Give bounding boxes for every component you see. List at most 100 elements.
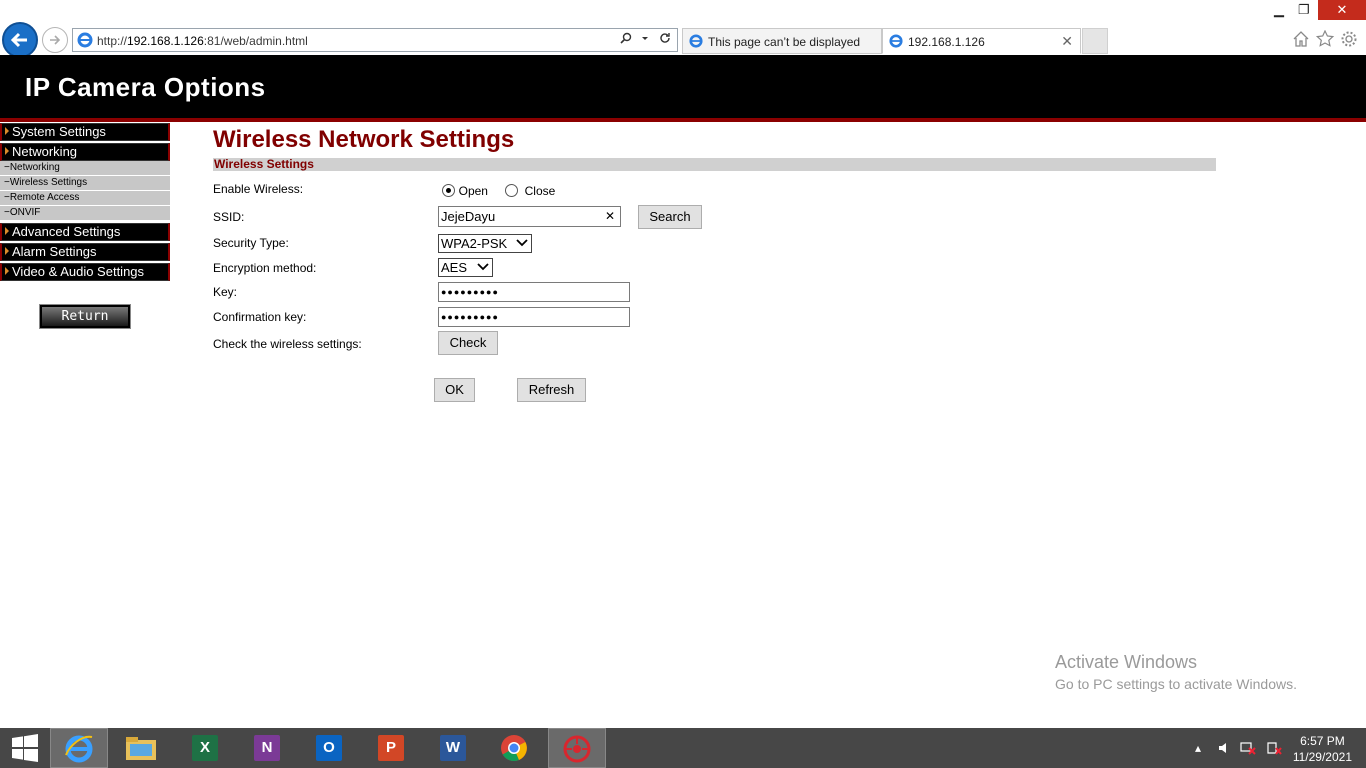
sidebar-item-label: System Settings	[12, 124, 106, 139]
key-input[interactable]: ●●●●●●●●●	[438, 282, 630, 302]
maximize-icon[interactable]: ❐	[1298, 2, 1310, 18]
chevron-down-icon	[477, 263, 489, 271]
sidebar-item-video-audio-settings[interactable]: Video & Audio Settings	[0, 263, 170, 281]
security-type-label: Security Type:	[213, 236, 289, 250]
start-button[interactable]	[0, 728, 50, 768]
tab-title: This page can’t be displayed	[708, 35, 861, 49]
radio-close-label: Close	[524, 184, 556, 198]
encryption-label: Encryption method:	[213, 261, 317, 275]
taskbar-camera-app[interactable]	[548, 728, 606, 768]
chevron-down-icon	[516, 239, 528, 247]
browser-right-icons	[1292, 29, 1364, 48]
forward-button[interactable]	[42, 27, 68, 53]
gear-icon[interactable]	[1341, 31, 1357, 47]
taskbar-ie[interactable]	[50, 728, 108, 768]
sidebar-item-system-settings[interactable]: System Settings	[0, 123, 170, 141]
taskbar-outlook[interactable]: O	[299, 728, 357, 768]
dropdown-icon[interactable]	[641, 32, 649, 44]
submenu-wireless-settings[interactable]: −Wireless Settings	[0, 176, 170, 191]
security-type-select[interactable]: WPA2-PSK	[438, 234, 532, 253]
confirmation-key-input[interactable]: ●●●●●●●●●	[438, 307, 630, 327]
internet-explorer-icon	[65, 735, 93, 763]
ssid-label: SSID:	[213, 210, 245, 224]
sidebar-item-label: Alarm Settings	[12, 244, 97, 259]
word-icon: W	[440, 735, 466, 761]
radio-open[interactable]: Open	[442, 183, 488, 198]
tab-camera[interactable]: 192.168.1.126 ✕	[882, 28, 1081, 54]
taskbar-chrome[interactable]	[485, 728, 543, 768]
triangle-icon	[5, 247, 9, 255]
back-arrow-icon	[10, 32, 27, 48]
page-title: IP Camera Options	[25, 72, 266, 102]
watermark-title: Activate Windows	[1055, 652, 1198, 672]
sidebar: System Settings Networking −Networking −…	[0, 123, 170, 329]
header-divider	[0, 118, 1366, 122]
submenu-networking[interactable]: −Networking	[0, 161, 170, 176]
tab-error-page[interactable]: This page can’t be displayed	[682, 28, 882, 54]
network-error-icon[interactable]	[1240, 741, 1256, 755]
submenu-onvif[interactable]: −ONVIF	[0, 206, 170, 221]
check-settings-label: Check the wireless settings:	[213, 337, 362, 351]
confirmation-key-label: Confirmation key:	[213, 310, 307, 324]
taskbar-onenote[interactable]: N	[237, 728, 295, 768]
home-icon[interactable]	[1293, 31, 1309, 47]
sidebar-item-alarm-settings[interactable]: Alarm Settings	[0, 243, 170, 261]
address-tools[interactable]	[620, 32, 671, 47]
sidebar-item-networking[interactable]: Networking	[0, 143, 170, 161]
sidebar-item-advanced-settings[interactable]: Advanced Settings	[0, 223, 170, 241]
section-title: Wireless Network Settings	[213, 126, 515, 153]
clock-date: 11/29/2021	[1292, 750, 1352, 764]
star-icon[interactable]	[1315, 29, 1335, 47]
taskbar-word[interactable]: W	[423, 728, 481, 768]
submenu-remote-access[interactable]: −Remote Access	[0, 191, 170, 206]
ie-icon	[77, 32, 93, 48]
refresh-icon[interactable]	[659, 32, 671, 44]
forward-arrow-icon	[50, 35, 61, 45]
taskbar-file-explorer[interactable]	[112, 728, 170, 768]
activate-windows-watermark: Activate Windows Go to PC settings to ac…	[1055, 652, 1297, 692]
return-button[interactable]: Return	[39, 304, 131, 329]
triangle-icon	[5, 267, 9, 275]
back-button[interactable]	[2, 22, 38, 58]
key-label: Key:	[213, 285, 238, 299]
close-tab-icon[interactable]: ✕	[1061, 33, 1073, 50]
ie-icon	[689, 34, 703, 48]
system-clock[interactable]: 6:57 PM 11/29/2021	[1293, 733, 1352, 765]
minimize-icon[interactable]: ▁	[1274, 2, 1284, 18]
check-button[interactable]: Check	[438, 331, 498, 355]
radio-unchecked-icon	[505, 184, 518, 197]
enable-wireless-label: Enable Wireless:	[213, 182, 304, 196]
page-header: IP Camera Options	[0, 55, 1366, 118]
onenote-icon: N	[254, 735, 280, 761]
taskbar: X N O P W ▴ 6:57 PM 11/29/2021	[0, 728, 1366, 768]
triangle-icon	[5, 127, 9, 135]
browser-toolbar: http://192.168.1.126:81/web/admin.html T…	[0, 0, 1366, 58]
triangle-icon	[5, 227, 9, 235]
ok-button[interactable]: OK	[434, 378, 475, 402]
ssid-input[interactable]: JejeDayu ✕	[438, 206, 621, 227]
file-explorer-icon	[126, 737, 156, 760]
ssid-value: JejeDayu	[441, 209, 496, 224]
tray-up-arrow-icon[interactable]: ▴	[1195, 741, 1201, 755]
watermark-subtitle: Go to PC settings to activate Windows.	[1055, 676, 1297, 692]
address-url: http://192.168.1.126:81/web/admin.html	[97, 34, 308, 48]
action-center-icon[interactable]	[1266, 741, 1282, 755]
search-button[interactable]: Search	[638, 205, 702, 229]
close-window-icon[interactable]: ✕	[1318, 0, 1366, 20]
encryption-select[interactable]: AES	[438, 258, 493, 277]
taskbar-powerpoint[interactable]: P	[361, 728, 419, 768]
ie-icon	[889, 34, 903, 48]
refresh-button[interactable]: Refresh	[517, 378, 586, 402]
powerpoint-icon: P	[378, 735, 404, 761]
tab-title: 192.168.1.126	[908, 35, 985, 49]
main-content: Wireless Network Settings Wireless Setti…	[213, 125, 1216, 402]
search-icon[interactable]	[620, 32, 632, 44]
new-tab-button[interactable]	[1082, 28, 1108, 54]
address-bar[interactable]: http://192.168.1.126:81/web/admin.html	[72, 28, 678, 52]
radio-close[interactable]: Close	[505, 183, 555, 198]
clear-icon[interactable]: ✕	[605, 207, 615, 226]
outlook-icon: O	[316, 735, 342, 761]
taskbar-excel[interactable]: X	[175, 728, 233, 768]
encryption-value: AES	[441, 260, 468, 275]
volume-icon[interactable]	[1217, 741, 1231, 755]
